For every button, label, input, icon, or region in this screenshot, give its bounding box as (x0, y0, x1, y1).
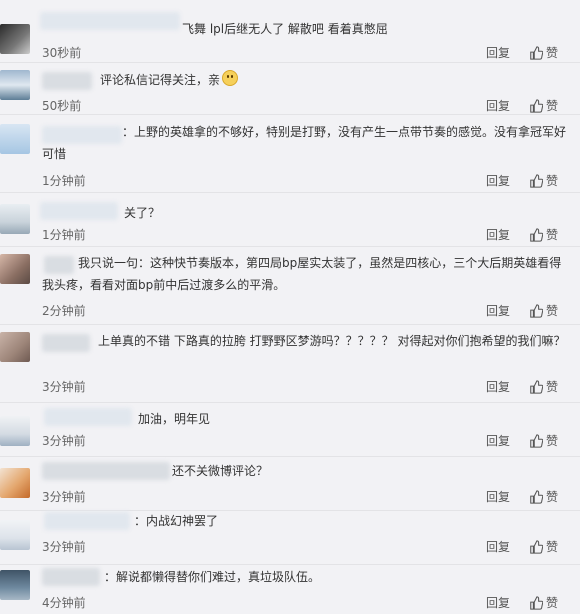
thumbs-up-icon (530, 227, 543, 242)
thumbs-up-icon (530, 489, 543, 504)
like-button[interactable]: 赞 (529, 594, 558, 611)
avatar[interactable] (0, 70, 30, 100)
comment-time: 1分钟前 (42, 174, 86, 188)
comment-time: 2分钟前 (42, 304, 86, 318)
comment-item: 加油，明年见 3分钟前 回复 赞 (0, 402, 580, 457)
comment-text: ：上野的英雄拿的不够好，特别是打野，没有产生一点带节奏的感觉。没有拿冠军好可惜 (42, 125, 567, 161)
thumbs-up-icon (530, 595, 543, 610)
username-blurred[interactable] (44, 512, 130, 530)
like-button[interactable]: 赞 (529, 488, 558, 505)
avatar[interactable] (0, 254, 30, 284)
like-label: 赞 (546, 99, 559, 113)
like-button[interactable]: 赞 (529, 44, 558, 61)
comment-item: 还不关微博评论？ 3分钟前 回复 赞 (0, 456, 580, 511)
reply-button[interactable]: 回复 (486, 432, 510, 449)
comment-time: 30秒前 (42, 46, 82, 60)
like-label: 赞 (546, 490, 559, 504)
avatar[interactable] (0, 124, 30, 154)
comment-text: 加油，明年见 (138, 412, 211, 426)
comment-text: 关了？ (124, 206, 161, 220)
comment-text: 我只说一句：这种快节奏版本，第四局bp屋实太装了，虽然是四核心，三个大后期英雄看… (42, 256, 562, 292)
avatar[interactable] (0, 570, 30, 600)
comment-time: 4分钟前 (42, 596, 86, 610)
username-blurred[interactable] (42, 462, 170, 480)
like-label: 赞 (546, 380, 559, 394)
like-button[interactable]: 赞 (529, 172, 558, 189)
reply-button[interactable]: 回复 (486, 97, 510, 114)
comment-time: 50秒前 (42, 99, 82, 113)
emoji-icon (222, 70, 239, 86)
comment-text: 评论私信记得关注，亲 (100, 69, 570, 91)
thumbs-up-icon (530, 98, 543, 113)
like-button[interactable]: 赞 (529, 538, 558, 555)
reply-button[interactable]: 回复 (486, 488, 510, 505)
thumbs-up-icon (530, 173, 543, 188)
like-button[interactable]: 赞 (529, 302, 558, 319)
comment-item: ：解说都懒得替你们难过，真垃圾队伍。 4分钟前 回复 赞 (0, 564, 580, 614)
comment-item: 飞舞 lpl后继无人了 解散吧 看着真憋屈 30秒前 回复 赞 (0, 0, 580, 63)
avatar[interactable] (0, 520, 30, 550)
comment-item: 关了？ 1分钟前 回复 赞 (0, 192, 580, 247)
avatar[interactable] (0, 204, 30, 234)
like-label: 赞 (546, 596, 559, 610)
thumbs-up-icon (530, 433, 543, 448)
username-blurred[interactable] (44, 408, 132, 426)
comment-item: ：内战幻神罢了 3分钟前 回复 赞 (0, 510, 580, 565)
comment-time: 3分钟前 (42, 490, 86, 504)
like-label: 赞 (546, 228, 559, 242)
like-label: 赞 (546, 174, 559, 188)
username-blurred[interactable] (42, 72, 92, 90)
avatar[interactable] (0, 24, 30, 54)
like-button[interactable]: 赞 (529, 97, 558, 114)
comment-text: 上单真的不错 下路真的拉胯 打野野区梦游吗？？？？？ 对得起对你们抱希望的我们嘛… (98, 334, 566, 348)
comment-time: 3分钟前 (42, 380, 86, 394)
like-button[interactable]: 赞 (529, 226, 558, 243)
like-button[interactable]: 赞 (529, 432, 558, 449)
thumbs-up-icon (530, 379, 543, 394)
reply-button[interactable]: 回复 (486, 226, 510, 243)
reply-button[interactable]: 回复 (486, 172, 510, 189)
comment-item: 上单真的不错 下路真的拉胯 打野野区梦游吗？？？？？ 对得起对你们抱希望的我们嘛… (0, 324, 580, 403)
username-blurred[interactable] (40, 12, 180, 30)
comment-text: ：内战幻神罢了 (134, 514, 219, 528)
like-label: 赞 (546, 46, 559, 60)
username-blurred[interactable] (40, 202, 118, 220)
avatar[interactable] (0, 332, 30, 362)
thumbs-up-icon (530, 303, 543, 318)
comment-time: 3分钟前 (42, 434, 86, 448)
avatar[interactable] (0, 416, 30, 446)
username-blurred[interactable] (42, 568, 100, 586)
comment-text: ：解说都懒得替你们难过，真垃圾队伍。 (104, 570, 321, 584)
comment-time: 1分钟前 (42, 228, 86, 242)
comment-item: ：上野的英雄拿的不够好，特别是打野，没有产生一点带节奏的感觉。没有拿冠军好可惜 … (0, 114, 580, 193)
like-button[interactable]: 赞 (529, 378, 558, 395)
thumbs-up-icon (530, 45, 543, 60)
like-label: 赞 (546, 540, 559, 554)
reply-button[interactable]: 回复 (486, 302, 510, 319)
like-label: 赞 (546, 304, 559, 318)
reply-button[interactable]: 回复 (486, 538, 510, 555)
comment-item: 评论私信记得关注，亲 50秒前 回复 赞 (0, 62, 580, 115)
reply-button[interactable]: 回复 (486, 378, 510, 395)
comment-text: 还不关微博评论？ (172, 464, 269, 478)
comment-item: 我只说一句：这种快节奏版本，第四局bp屋实太装了，虽然是四核心，三个大后期英雄看… (0, 246, 580, 325)
reply-button[interactable]: 回复 (486, 44, 510, 61)
thumbs-up-icon (530, 539, 543, 554)
like-label: 赞 (546, 434, 559, 448)
reply-button[interactable]: 回复 (486, 594, 510, 611)
avatar[interactable] (0, 468, 30, 498)
comment-text: 飞舞 lpl后继无人了 解散吧 看着真憋屈 (182, 22, 388, 36)
comment-time: 3分钟前 (42, 540, 86, 554)
